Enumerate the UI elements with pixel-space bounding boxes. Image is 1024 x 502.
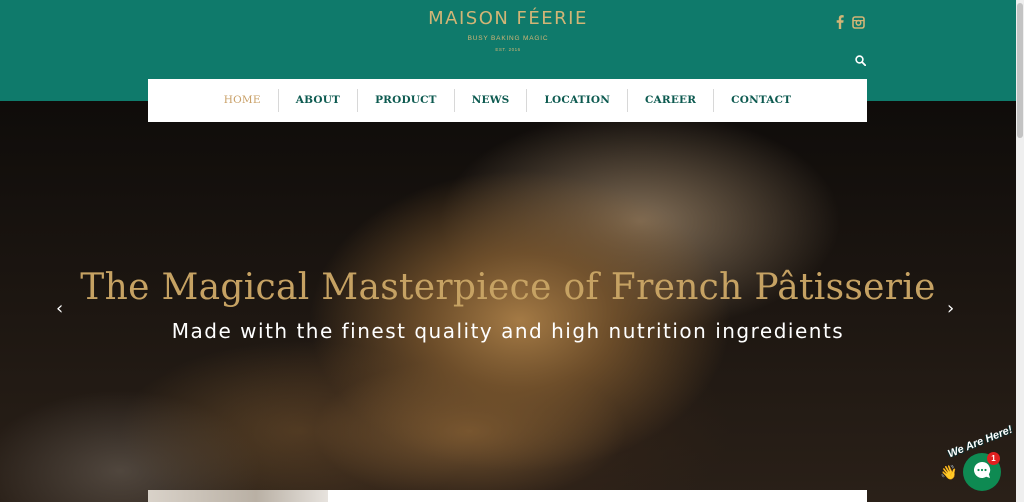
nav-item-news[interactable]: NEWS xyxy=(453,89,527,112)
nav-item-career[interactable]: CAREER xyxy=(627,89,713,112)
main-nav: HOME ABOUT PRODUCT NEWS LOCATION CAREER … xyxy=(148,79,867,122)
brand-tagline: BUSY BAKING MAGIC xyxy=(467,35,549,42)
scrollbar-thumb[interactable] xyxy=(1017,3,1023,138)
slider-next-arrow-icon[interactable]: › xyxy=(947,298,954,319)
nav-item-contact[interactable]: CONTACT xyxy=(713,89,808,112)
nav-item-home[interactable]: HOME xyxy=(207,89,278,112)
nav-item-location[interactable]: LOCATION xyxy=(526,89,627,112)
slider-prev-arrow-icon[interactable]: ‹ xyxy=(56,298,63,319)
brand-established: EST. 2016 xyxy=(495,47,521,52)
nav-item-product[interactable]: PRODUCT xyxy=(357,89,454,112)
content-card xyxy=(148,490,867,502)
card-image[interactable] xyxy=(148,490,328,502)
hero-subtitle: Made with the finest quality and high nu… xyxy=(171,319,845,343)
chat-notification-badge: 1 xyxy=(987,452,1000,465)
nav-item-about[interactable]: ABOUT xyxy=(277,89,357,112)
wave-hand-icon: 👋 xyxy=(940,464,958,480)
hero-title: The Magical Masterpiece of French Pâtiss… xyxy=(80,267,936,308)
instagram-icon[interactable] xyxy=(852,15,865,29)
hero-slider: The Magical Masterpiece of French Pâtiss… xyxy=(0,101,1016,502)
page-scrollbar[interactable] xyxy=(1016,0,1024,502)
facebook-icon[interactable] xyxy=(836,15,844,29)
social-links xyxy=(836,15,865,29)
search-icon[interactable] xyxy=(855,53,867,71)
